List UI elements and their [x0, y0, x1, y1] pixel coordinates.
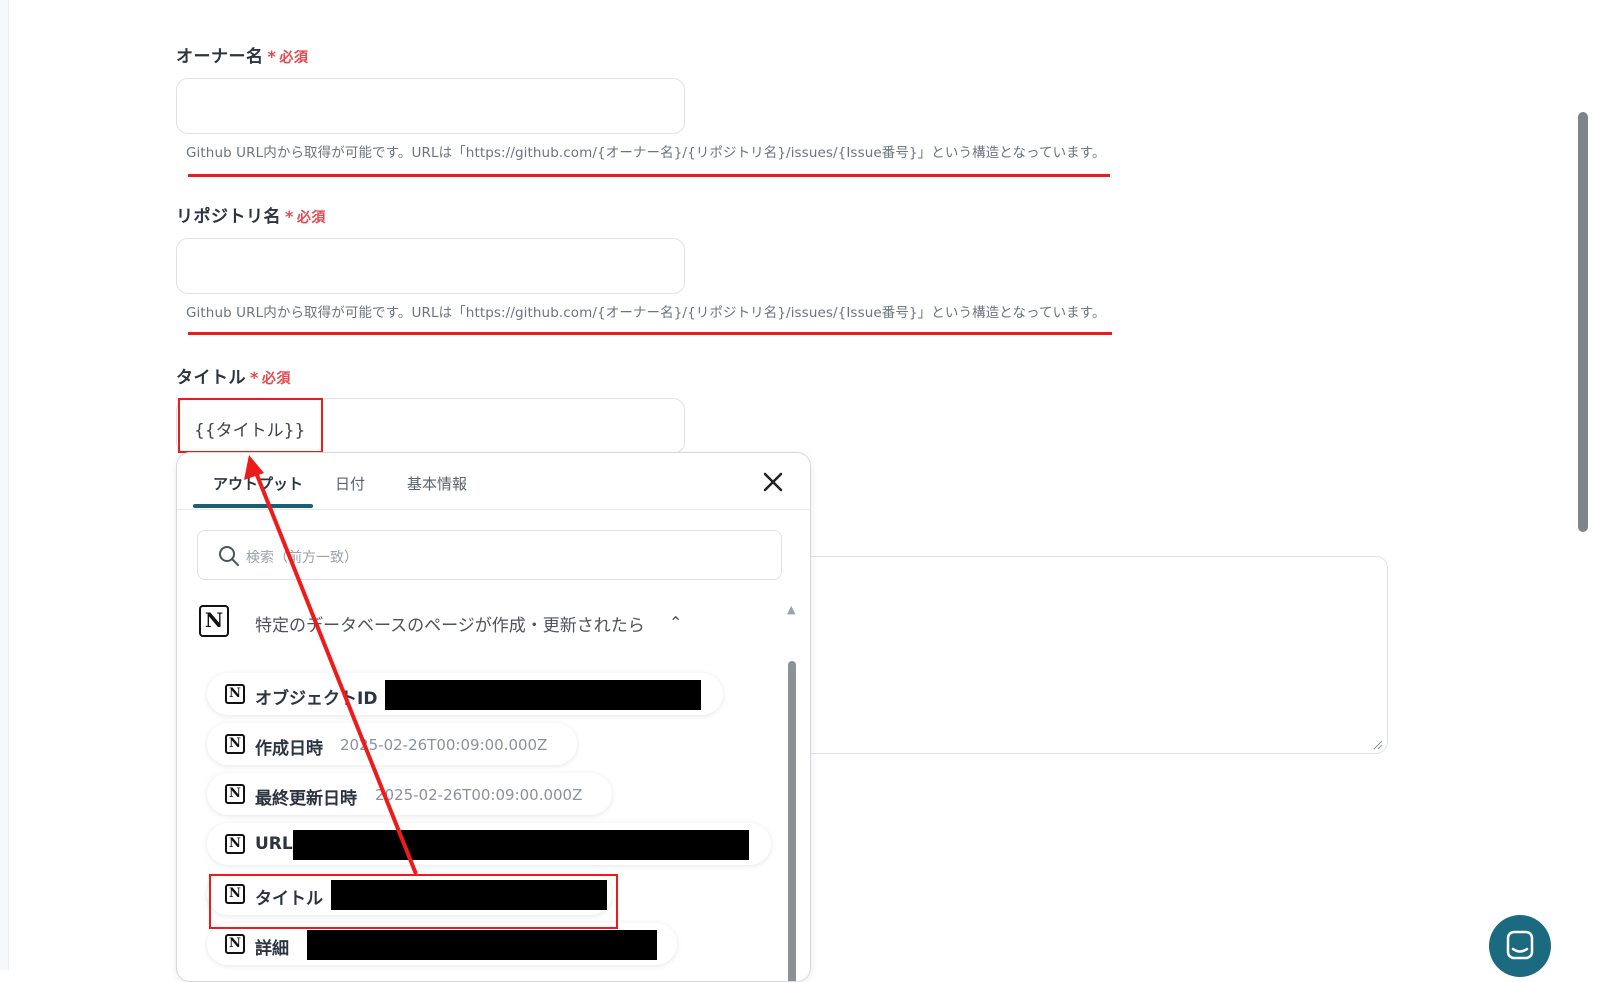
active-tab-indicator: [193, 504, 313, 508]
search-placeholder: 検索（前方一致）: [246, 550, 358, 566]
required-star: *: [250, 368, 259, 387]
notion-icon: N: [225, 784, 245, 804]
search-input[interactable]: 検索（前方一致）: [197, 530, 782, 580]
output-item-name: オブジェクトID: [255, 689, 378, 709]
required-star: *: [285, 207, 294, 226]
output-item-url[interactable]: N URL: [207, 823, 771, 865]
output-item-created-at[interactable]: N 作成日時 2025-02-26T00:09:00.000Z: [207, 723, 577, 765]
output-item-value: 2025-02-26T00:09:00.000Z: [375, 786, 583, 804]
annotation-box-title-item: [209, 874, 618, 929]
redacted-value: [385, 680, 701, 710]
owner-label: オーナー名 * 必須: [176, 47, 309, 67]
required-text: 必須: [261, 371, 291, 387]
repo-label: リポジトリ名 * 必須: [176, 207, 326, 227]
redacted-value: [307, 930, 657, 960]
repo-help-text: Github URL内から取得が可能です。URLは「https://github…: [186, 305, 1106, 321]
annotation-box-title-input: [178, 398, 323, 453]
chat-icon: [1506, 930, 1534, 960]
title-label: タイトル * 必須: [176, 368, 291, 388]
notion-icon: N: [199, 605, 229, 637]
required-text: 必須: [296, 210, 326, 226]
resize-grip-icon[interactable]: [1373, 740, 1383, 750]
search-icon: [219, 546, 239, 566]
chat-button[interactable]: [1489, 915, 1551, 977]
output-group-header[interactable]: N 特定のデータベースのページが作成・更新されたら ⌃: [197, 603, 757, 643]
popup-scroll-thumb[interactable]: [788, 661, 796, 981]
chevron-up-icon[interactable]: ⌃: [669, 613, 682, 632]
owner-input[interactable]: [176, 78, 685, 134]
group-title: 特定のデータベースのページが作成・更新されたら: [255, 616, 645, 636]
description-textarea[interactable]: [790, 556, 1388, 754]
output-item-updated-at[interactable]: N 最終更新日時 2025-02-26T00:09:00.000Z: [207, 773, 612, 815]
output-item-name: 最終更新日時: [255, 789, 357, 809]
popup-tabs: アウトプット 日付 基本情報: [177, 453, 810, 510]
annotation-underline: [188, 174, 1110, 177]
notion-icon: N: [225, 734, 245, 754]
output-item-detail[interactable]: N 詳細: [207, 923, 677, 965]
close-icon[interactable]: [758, 467, 788, 497]
tab-basic-info[interactable]: 基本情報: [407, 473, 467, 494]
left-edge: [0, 0, 9, 970]
tab-date[interactable]: 日付: [335, 473, 365, 494]
notion-icon: N: [225, 684, 245, 704]
tab-output[interactable]: アウトプット: [213, 473, 303, 494]
output-item-name: URL: [255, 834, 293, 854]
notion-icon: N: [225, 834, 245, 854]
owner-help-text: Github URL内から取得が可能です。URLは「https://github…: [186, 145, 1106, 161]
required-text: 必須: [279, 50, 309, 66]
notion-icon: N: [225, 934, 245, 954]
popup-scrollbar[interactable]: ▲: [785, 603, 799, 981]
output-item-name: 詳細: [255, 939, 289, 959]
output-item-name: 作成日時: [255, 739, 323, 759]
page-scrollbar-thumb[interactable]: [1578, 112, 1588, 532]
scroll-up-arrow-icon[interactable]: ▲: [787, 603, 795, 616]
output-item-value: 2025-02-26T00:09:00.000Z: [340, 736, 548, 754]
redacted-value: [293, 830, 749, 860]
annotation-underline: [188, 332, 1112, 335]
required-star: *: [267, 47, 277, 66]
repo-input[interactable]: [176, 238, 685, 294]
output-item-object-id[interactable]: N オブジェクトID: [207, 673, 723, 715]
